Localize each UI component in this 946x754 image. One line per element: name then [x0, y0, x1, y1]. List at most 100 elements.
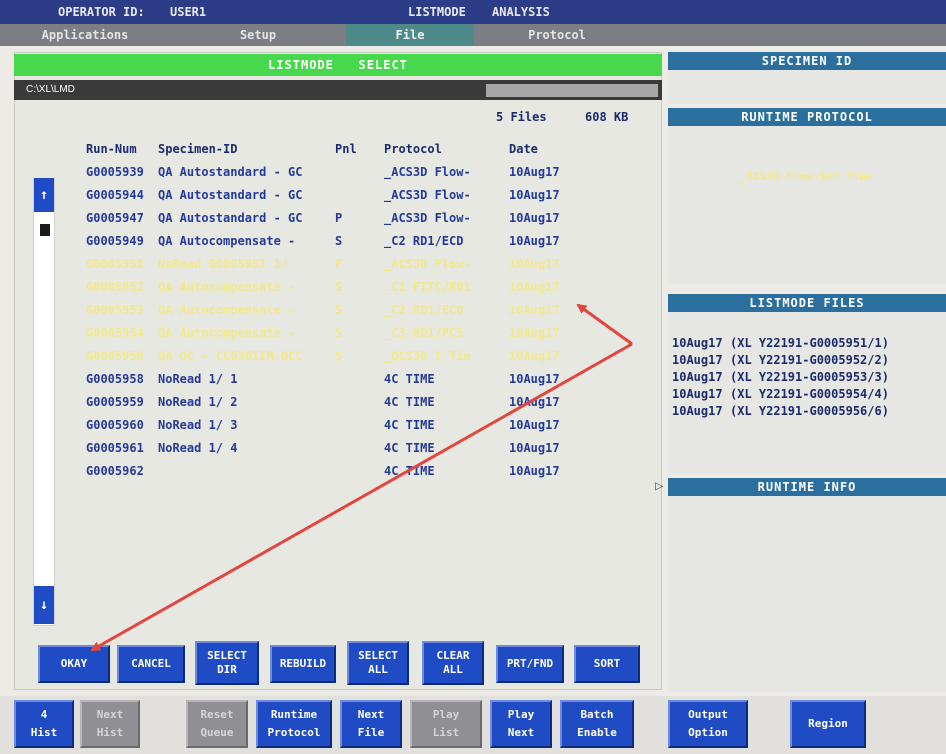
cell-panel: S — [335, 280, 343, 294]
reset-queue-button[interactable]: Reset Queue — [186, 700, 248, 748]
next-hist-label-1: Next — [96, 708, 124, 721]
table-row[interactable]: G0005939 QA Autostandard - GC _ACS3D Flow-… — [0, 165, 662, 183]
listmode-file-item[interactable]: 10Aug17 (XL Y22191-G0005956/6) — [672, 404, 944, 420]
cell-protocol: _ACS3D Flow- — [384, 165, 471, 179]
operator-bar: OPERATOR ID: USER1 LISTMODE ANALYSIS — [0, 0, 946, 24]
menu-setup[interactable]: Setup — [170, 24, 346, 46]
clear-all-label-1: CLEAR — [436, 649, 470, 662]
cancel-button[interactable]: CANCEL — [117, 645, 185, 683]
play-next-label-1: Play — [507, 708, 535, 721]
cell-specimen-id: NoRead 1/ 2 — [158, 395, 238, 409]
runtime-protocol-label-2: Protocol — [267, 726, 321, 739]
okay-button-label: OKAY — [60, 657, 88, 670]
next-file-button[interactable]: Next File — [340, 700, 402, 748]
table-row[interactable]: G0005951 NoRead G0005951 1/P _ACS3D Flow- 1… — [0, 257, 662, 275]
play-list-button[interactable]: Play List — [410, 700, 482, 748]
cell-specimen-id: QA Autostandard - GC — [158, 211, 303, 225]
listmode-files-title: LISTMODE FILES — [668, 294, 946, 312]
runtime-info-title: RUNTIME INFO — [668, 478, 946, 496]
cell-specimen-id: QA QC - CC0301IM.QCC — [158, 349, 303, 363]
next-hist-button[interactable]: Next Hist — [80, 700, 140, 748]
mouse-cursor-icon: ▷ — [655, 478, 664, 494]
column-header-run-num[interactable]: Run-Num — [86, 142, 137, 156]
column-header-protocol[interactable]: Protocol — [384, 142, 442, 156]
scroll-down-button[interactable]: ↓ — [34, 586, 54, 624]
table-row[interactable]: G0005962 4C TIME 10Aug17 — [0, 464, 662, 482]
output-option-button[interactable]: Output Option — [668, 700, 748, 748]
runtime-protocol-label-1: Runtime — [270, 708, 318, 721]
table-row[interactable]: G0005944 QA Autostandard - GC _ACS3D Flow-… — [0, 188, 662, 206]
menu-applications[interactable]: Applications — [0, 24, 170, 46]
select-all-button[interactable]: SELECT ALL — [347, 641, 409, 685]
mode-label: LISTMODE — [408, 5, 466, 19]
column-header-specimen-id[interactable]: Specimen-ID — [158, 142, 237, 156]
cell-date: 10Aug17 — [509, 165, 560, 179]
listmode-file-date: 10Aug17 — [672, 370, 723, 384]
select-dir-button[interactable]: SELECT DIR — [195, 641, 259, 685]
four-hist-button[interactable]: 4 Hist — [14, 700, 74, 748]
listmode-file-item[interactable]: 10Aug17 (XL Y22191-G0005954/4) — [672, 387, 944, 403]
cell-run-num: G0005956 — [86, 349, 144, 363]
output-option-label-1: Output — [688, 708, 728, 721]
okay-button[interactable]: OKAY — [38, 645, 110, 683]
cell-date: 10Aug17 — [509, 188, 560, 202]
directory-path: C:\XL\LMD — [26, 84, 75, 95]
table-row[interactable]: G0005956 QA QC - CC0301IM.QCC S _QCS3D 1 Ti… — [0, 349, 662, 367]
scrollbar-track[interactable] — [33, 178, 55, 626]
batch-enable-button[interactable]: Batch Enable — [560, 700, 634, 748]
path-input[interactable] — [486, 84, 658, 97]
cell-protocol: _C2 RD1/ECD — [384, 303, 464, 317]
cell-protocol: _C2 RD1/ECD — [384, 234, 464, 248]
cell-run-num: G0005951 — [86, 257, 144, 271]
cell-date: 10Aug17 — [509, 395, 560, 409]
table-row[interactable]: G0005959 NoRead 1/ 2 4C TIME 10Aug17 — [0, 395, 662, 413]
cell-specimen-id: NoRead G0005951 1/ — [158, 257, 289, 271]
sort-button[interactable]: SORT — [574, 645, 640, 683]
four-hist-label-2: Hist — [30, 726, 58, 739]
table-row[interactable]: G0005949 QA Autocompensate - S _C2 RD1/ECD 1… — [0, 234, 662, 252]
arrow-down-icon: ↓ — [39, 597, 49, 613]
operator-label: OPERATOR ID: — [58, 5, 145, 19]
table-row[interactable]: G0005947 QA Autostandard - GC P _ACS3D Flow… — [0, 211, 662, 229]
cell-run-num: G0005953 — [86, 303, 144, 317]
menu-bar: Applications Setup File Protocol — [0, 24, 946, 46]
clear-all-button[interactable]: CLEAR ALL — [422, 641, 484, 685]
select-all-label-1: SELECT — [358, 649, 398, 662]
listmode-file-date: 10Aug17 — [672, 387, 723, 401]
listmode-file-date: 10Aug17 — [672, 404, 723, 418]
region-label: Region — [808, 717, 848, 730]
listmode-file-item[interactable]: 10Aug17 (XL Y22191-G0005952/2) — [672, 353, 944, 369]
listmode-file-item[interactable]: 10Aug17 (XL Y22191-G0005951/1) — [672, 336, 944, 352]
column-header-panel[interactable]: Pnl — [335, 142, 357, 156]
scrollbar-thumb[interactable] — [40, 224, 50, 236]
table-row[interactable]: G0005961 NoRead 1/ 4 4C TIME 10Aug17 — [0, 441, 662, 459]
column-header-date[interactable]: Date — [509, 142, 538, 156]
runtime-protocol-panel — [668, 108, 946, 284]
runtime-protocol-title: RUNTIME PROTOCOL — [668, 108, 946, 126]
cell-specimen-id: QA Autostandard - GC — [158, 165, 303, 179]
prt-fnd-button[interactable]: PRT/FND — [496, 645, 564, 683]
clear-all-label-2: ALL — [443, 663, 463, 676]
rebuild-button[interactable]: REBUILD — [270, 645, 336, 683]
next-file-label-2: File — [357, 726, 385, 739]
menu-protocol[interactable]: Protocol — [474, 24, 640, 46]
table-row[interactable]: G0005960 NoRead 1/ 3 4C TIME 10Aug17 — [0, 418, 662, 436]
cell-specimen-id: QA Autocompensate - — [158, 234, 296, 248]
listmode-file-item[interactable]: 10Aug17 (XL Y22191-G0005953/3) — [672, 370, 944, 386]
cell-run-num: G0005954 — [86, 326, 144, 340]
cell-specimen-id: NoRead 1/ 3 — [158, 418, 238, 432]
region-button[interactable]: Region — [790, 700, 866, 748]
sort-label: SORT — [593, 657, 621, 670]
play-next-label-2: Next — [507, 726, 535, 739]
menu-file[interactable]: File — [346, 24, 474, 46]
cell-run-num: G0005959 — [86, 395, 144, 409]
cell-date: 10Aug17 — [509, 464, 560, 478]
runtime-protocol-button[interactable]: Runtime Protocol — [256, 700, 332, 748]
play-next-button[interactable]: Play Next — [490, 700, 552, 748]
table-row[interactable]: G0005958 NoRead 1/ 1 4C TIME 10Aug17 — [0, 372, 662, 390]
table-row[interactable]: G0005952 QA Autocompensate - S _C1 FITC/RD1… — [0, 280, 662, 298]
scroll-up-button[interactable]: ↑ — [34, 178, 54, 212]
table-row[interactable]: G0005954 QA Autocompensate - S _C3 RD1/PC5 1… — [0, 326, 662, 344]
cell-protocol: 4C TIME — [384, 395, 435, 409]
table-row[interactable]: G0005953 QA Autocompensate - S _C2 RD1/ECD 1… — [0, 303, 662, 321]
